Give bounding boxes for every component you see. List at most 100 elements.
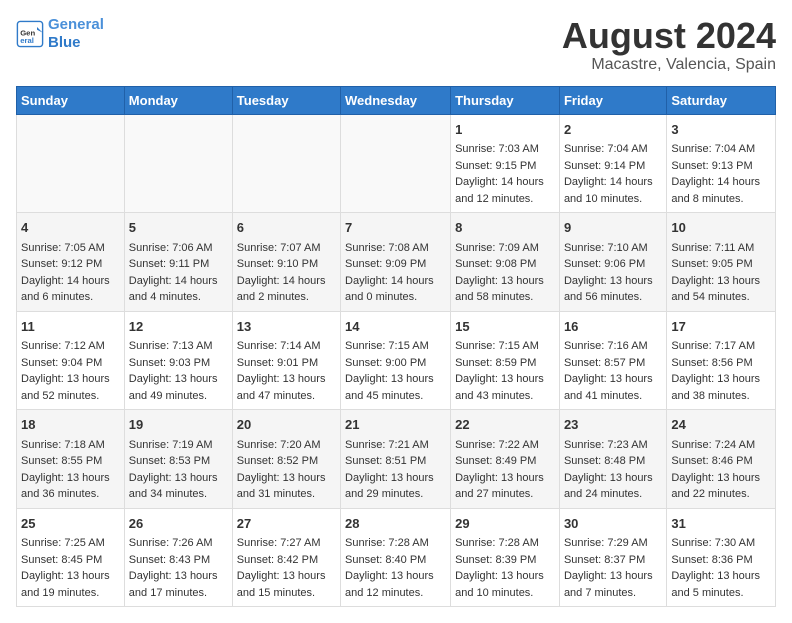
day-detail: Sunset: 8:45 PM (21, 552, 120, 569)
calendar-cell: 4Sunrise: 7:05 AMSunset: 9:12 PMDaylight… (17, 213, 125, 312)
day-detail: Daylight: 13 hours and 7 minutes. (564, 568, 662, 601)
day-detail: Sunrise: 7:20 AM (237, 437, 336, 454)
day-detail: Daylight: 13 hours and 29 minutes. (345, 470, 446, 503)
day-number: 3 (671, 120, 771, 140)
day-number: 10 (671, 218, 771, 238)
day-detail: Sunset: 8:42 PM (237, 552, 336, 569)
day-detail: Daylight: 13 hours and 41 minutes. (564, 371, 662, 404)
calendar-cell: 24Sunrise: 7:24 AMSunset: 8:46 PMDayligh… (667, 410, 776, 509)
day-detail: Sunrise: 7:07 AM (237, 240, 336, 257)
day-detail: Sunset: 9:13 PM (671, 158, 771, 175)
calendar-cell: 31Sunrise: 7:30 AMSunset: 8:36 PMDayligh… (667, 508, 776, 607)
calendar-cell: 29Sunrise: 7:28 AMSunset: 8:39 PMDayligh… (451, 508, 560, 607)
calendar-header-row: SundayMondayTuesdayWednesdayThursdayFrid… (17, 86, 776, 114)
day-number: 11 (21, 317, 120, 337)
day-number: 23 (564, 415, 662, 435)
day-number: 17 (671, 317, 771, 337)
day-detail: Sunrise: 7:14 AM (237, 338, 336, 355)
day-number: 8 (455, 218, 555, 238)
day-detail: Sunrise: 7:16 AM (564, 338, 662, 355)
calendar-week-row: 11Sunrise: 7:12 AMSunset: 9:04 PMDayligh… (17, 311, 776, 410)
calendar-week-row: 25Sunrise: 7:25 AMSunset: 8:45 PMDayligh… (17, 508, 776, 607)
calendar-cell: 22Sunrise: 7:22 AMSunset: 8:49 PMDayligh… (451, 410, 560, 509)
day-detail: Daylight: 13 hours and 45 minutes. (345, 371, 446, 404)
day-detail: Sunset: 8:43 PM (129, 552, 228, 569)
calendar-cell: 7Sunrise: 7:08 AMSunset: 9:09 PMDaylight… (341, 213, 451, 312)
calendar-cell: 15Sunrise: 7:15 AMSunset: 8:59 PMDayligh… (451, 311, 560, 410)
day-number: 6 (237, 218, 336, 238)
day-detail: Sunset: 9:14 PM (564, 158, 662, 175)
calendar-week-row: 1Sunrise: 7:03 AMSunset: 9:15 PMDaylight… (17, 114, 776, 213)
column-header-thursday: Thursday (451, 86, 560, 114)
calendar-cell: 3Sunrise: 7:04 AMSunset: 9:13 PMDaylight… (667, 114, 776, 213)
day-detail: Sunrise: 7:06 AM (129, 240, 228, 257)
day-detail: Sunset: 8:57 PM (564, 355, 662, 372)
calendar-cell: 30Sunrise: 7:29 AMSunset: 8:37 PMDayligh… (559, 508, 666, 607)
day-detail: Daylight: 13 hours and 34 minutes. (129, 470, 228, 503)
calendar-week-row: 4Sunrise: 7:05 AMSunset: 9:12 PMDaylight… (17, 213, 776, 312)
calendar-cell: 6Sunrise: 7:07 AMSunset: 9:10 PMDaylight… (232, 213, 340, 312)
calendar-cell: 23Sunrise: 7:23 AMSunset: 8:48 PMDayligh… (559, 410, 666, 509)
day-number: 13 (237, 317, 336, 337)
day-detail: Daylight: 13 hours and 19 minutes. (21, 568, 120, 601)
day-detail: Sunset: 9:03 PM (129, 355, 228, 372)
day-detail: Sunset: 8:46 PM (671, 453, 771, 470)
day-detail: Sunset: 8:37 PM (564, 552, 662, 569)
day-detail: Daylight: 13 hours and 24 minutes. (564, 470, 662, 503)
day-detail: Daylight: 14 hours and 6 minutes. (21, 273, 120, 306)
day-detail: Sunrise: 7:04 AM (564, 141, 662, 158)
day-detail: Sunset: 9:00 PM (345, 355, 446, 372)
day-detail: Daylight: 13 hours and 31 minutes. (237, 470, 336, 503)
day-number: 22 (455, 415, 555, 435)
day-detail: Sunset: 8:48 PM (564, 453, 662, 470)
day-detail: Sunrise: 7:25 AM (21, 535, 120, 552)
day-detail: Daylight: 13 hours and 36 minutes. (21, 470, 120, 503)
day-detail: Sunset: 8:36 PM (671, 552, 771, 569)
page-header: Gen eral General Blue August 2024 Macast… (16, 16, 776, 74)
subtitle: Macastre, Valencia, Spain (562, 56, 776, 74)
calendar-cell: 11Sunrise: 7:12 AMSunset: 9:04 PMDayligh… (17, 311, 125, 410)
day-detail: Sunset: 8:39 PM (455, 552, 555, 569)
day-detail: Daylight: 14 hours and 4 minutes. (129, 273, 228, 306)
day-detail: Sunset: 8:51 PM (345, 453, 446, 470)
day-detail: Sunrise: 7:19 AM (129, 437, 228, 454)
day-detail: Sunset: 8:56 PM (671, 355, 771, 372)
calendar-cell: 14Sunrise: 7:15 AMSunset: 9:00 PMDayligh… (341, 311, 451, 410)
day-detail: Daylight: 14 hours and 12 minutes. (455, 174, 555, 207)
day-detail: Sunrise: 7:24 AM (671, 437, 771, 454)
day-number: 25 (21, 514, 120, 534)
title-block: August 2024 Macastre, Valencia, Spain (562, 16, 776, 74)
day-detail: Sunset: 9:15 PM (455, 158, 555, 175)
day-detail: Sunrise: 7:18 AM (21, 437, 120, 454)
day-detail: Sunrise: 7:04 AM (671, 141, 771, 158)
day-detail: Daylight: 13 hours and 12 minutes. (345, 568, 446, 601)
day-number: 7 (345, 218, 446, 238)
day-detail: Sunrise: 7:15 AM (455, 338, 555, 355)
day-detail: Daylight: 14 hours and 8 minutes. (671, 174, 771, 207)
day-detail: Daylight: 14 hours and 2 minutes. (237, 273, 336, 306)
day-detail: Sunrise: 7:28 AM (455, 535, 555, 552)
day-detail: Sunrise: 7:27 AM (237, 535, 336, 552)
calendar-cell (232, 114, 340, 213)
day-detail: Sunrise: 7:17 AM (671, 338, 771, 355)
day-detail: Sunrise: 7:21 AM (345, 437, 446, 454)
logo-icon: Gen eral (16, 20, 44, 48)
day-number: 4 (21, 218, 120, 238)
calendar-cell: 26Sunrise: 7:26 AMSunset: 8:43 PMDayligh… (124, 508, 232, 607)
day-detail: Sunset: 9:08 PM (455, 256, 555, 273)
day-detail: Daylight: 14 hours and 10 minutes. (564, 174, 662, 207)
logo: Gen eral General Blue (16, 16, 104, 52)
day-detail: Sunrise: 7:03 AM (455, 141, 555, 158)
day-number: 26 (129, 514, 228, 534)
calendar-cell: 13Sunrise: 7:14 AMSunset: 9:01 PMDayligh… (232, 311, 340, 410)
column-header-wednesday: Wednesday (341, 86, 451, 114)
calendar-cell: 25Sunrise: 7:25 AMSunset: 8:45 PMDayligh… (17, 508, 125, 607)
day-detail: Daylight: 13 hours and 17 minutes. (129, 568, 228, 601)
column-header-saturday: Saturday (667, 86, 776, 114)
day-detail: Daylight: 13 hours and 54 minutes. (671, 273, 771, 306)
day-detail: Daylight: 13 hours and 27 minutes. (455, 470, 555, 503)
calendar-cell: 19Sunrise: 7:19 AMSunset: 8:53 PMDayligh… (124, 410, 232, 509)
day-detail: Sunset: 9:04 PM (21, 355, 120, 372)
day-detail: Sunrise: 7:28 AM (345, 535, 446, 552)
day-detail: Sunrise: 7:09 AM (455, 240, 555, 257)
